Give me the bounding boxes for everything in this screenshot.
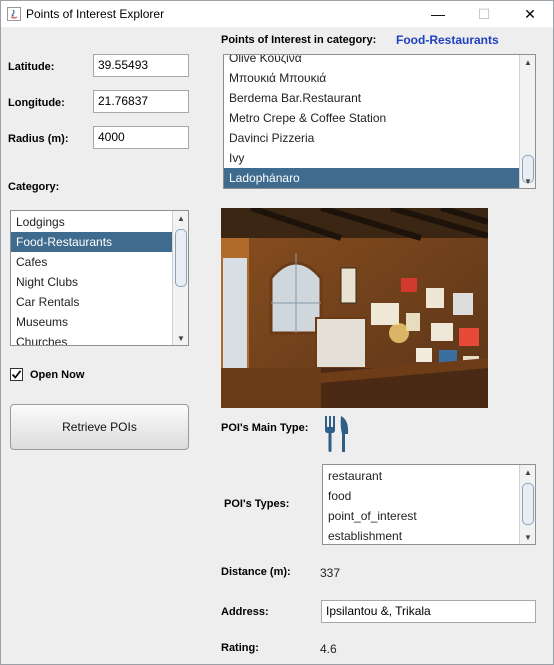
minimize-button[interactable]: — — [415, 1, 461, 27]
scroll-thumb[interactable] — [522, 483, 534, 525]
scroll-thumb[interactable] — [175, 229, 187, 287]
poi-types-list[interactable]: restaurant food point_of_interest establish… — [322, 464, 536, 545]
title-bar: Points of Interest Explorer — ☐ ✕ — [1, 1, 553, 27]
category-list[interactable]: Lodgings Food-Restaurants Cafes Night Clubs… — [10, 210, 189, 346]
longitude-field[interactable]: 21.76837 — [93, 90, 189, 113]
java-app-icon — [7, 7, 21, 21]
category-label: Category: — [8, 181, 60, 193]
poi-item[interactable]: Davinci Pizzeria — [224, 128, 535, 148]
latitude-label: Latitude: — [8, 61, 55, 73]
type-item[interactable]: food — [323, 486, 535, 506]
category-item[interactable]: Lodgings — [11, 212, 188, 232]
category-item[interactable]: Churches — [11, 332, 188, 345]
main-window: Points of Interest Explorer — ☐ ✕ Latitu… — [0, 0, 554, 665]
poi-list[interactable]: Olive Κουζίνα Μπουκιά Μπουκιά Berdema Bar.… — [223, 54, 536, 189]
address-label: Address: — [221, 606, 269, 618]
type-item[interactable]: establishment — [323, 526, 535, 544]
types-scrollbar[interactable]: ▲ ▼ — [519, 465, 535, 544]
type-item[interactable]: point_of_interest — [323, 506, 535, 526]
category-item[interactable]: Food-Restaurants — [11, 232, 188, 252]
distance-label: Distance (m): — [221, 566, 291, 578]
poi-item[interactable]: Metro Crepe & Coffee Station — [224, 108, 535, 128]
scroll-up-icon[interactable]: ▲ — [520, 55, 535, 69]
scroll-up-icon[interactable]: ▲ — [173, 211, 188, 225]
rating-value: 4.6 — [320, 642, 337, 656]
category-item[interactable]: Cafes — [11, 252, 188, 272]
poi-item[interactable]: Ivy — [224, 148, 535, 168]
scroll-up-icon[interactable]: ▲ — [520, 465, 535, 479]
scroll-down-icon[interactable]: ▼ — [520, 530, 535, 544]
maximize-button[interactable]: ☐ — [461, 1, 507, 27]
poi-scrollbar[interactable]: ▲ ▼ — [519, 55, 535, 188]
category-item[interactable]: Night Clubs — [11, 272, 188, 292]
longitude-label: Longitude: — [8, 97, 65, 109]
content-area: Latitude: 39.55493 Longitude: 21.76837 R… — [1, 27, 553, 664]
open-now-label: Open Now — [30, 369, 85, 381]
selected-category-name: Food-Restaurants — [396, 33, 499, 47]
close-button[interactable]: ✕ — [507, 1, 553, 27]
poi-item[interactable]: Olive Κουζίνα — [224, 55, 535, 68]
category-item[interactable]: Museums — [11, 312, 188, 332]
address-field[interactable]: Ipsilantou &, Trikala — [321, 600, 536, 623]
retrieve-pois-button[interactable]: Retrieve POIs — [10, 404, 189, 450]
poi-item[interactable]: Berdema Bar.Restaurant — [224, 88, 535, 108]
latitude-field[interactable]: 39.55493 — [93, 54, 189, 77]
category-item[interactable]: Car Rentals — [11, 292, 188, 312]
poi-item[interactable]: Μπουκιά Μπουκιά — [224, 68, 535, 88]
fork-knife-icon — [325, 416, 349, 452]
open-now-checkbox[interactable] — [10, 368, 23, 381]
type-item[interactable]: restaurant — [323, 466, 535, 486]
poi-item[interactable]: Ladophánaro — [224, 168, 535, 188]
category-scrollbar[interactable]: ▲ ▼ — [172, 211, 188, 345]
radius-field[interactable]: 4000 — [93, 126, 189, 149]
window-title: Points of Interest Explorer — [26, 7, 165, 21]
poi-header-label: Points of Interest in category: — [221, 34, 377, 46]
main-type-label: POI's Main Type: — [221, 422, 309, 434]
types-label: POI's Types: — [224, 498, 290, 510]
scroll-down-icon[interactable]: ▼ — [173, 331, 188, 345]
rating-label: Rating: — [221, 642, 259, 654]
scroll-down-icon[interactable]: ▼ — [520, 174, 535, 188]
checkmark-icon — [11, 370, 22, 379]
radius-label: Radius (m): — [8, 133, 69, 145]
distance-value: 337 — [320, 566, 341, 580]
poi-photo — [221, 208, 488, 408]
